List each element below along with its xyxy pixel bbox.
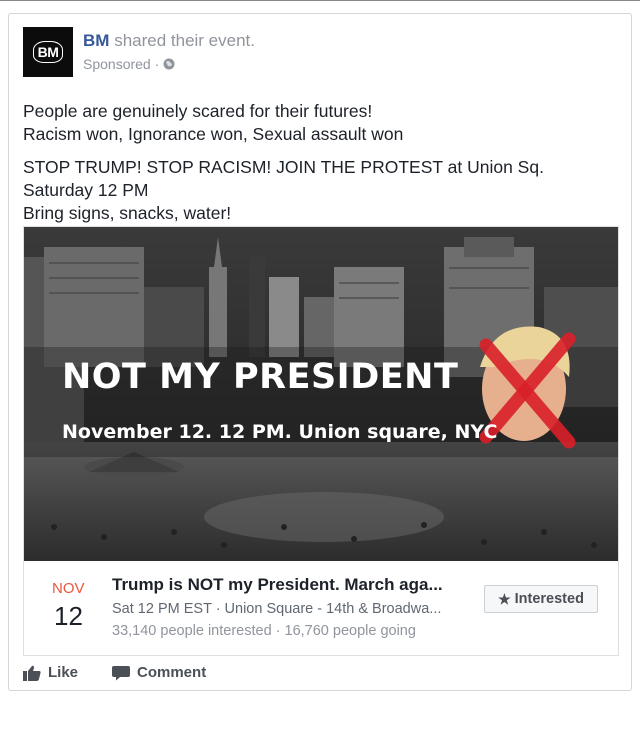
interested-label: Interested (514, 591, 584, 607)
post-text-line: Racism won, Ignorance won, Sexual assaul… (23, 124, 404, 144)
event-attachment[interactable]: NOT MY PRESIDENT November 12. 12 PM. Uni… (23, 226, 619, 656)
avatar-logo-text: BM (32, 41, 64, 63)
comment-label: Comment (137, 664, 207, 681)
thumbs-up-icon (23, 665, 41, 681)
image-subline: November 12. 12 PM. Union square, NYC (62, 421, 498, 443)
page-avatar[interactable]: BM (23, 27, 73, 77)
post-header: BM shared their event. (83, 31, 255, 51)
post-text-line: STOP TRUMP! STOP RACISM! JOIN THE PROTES… (23, 157, 544, 177)
event-title[interactable]: Trump is NOT my President. March aga... (112, 575, 443, 595)
event-day: 12 (54, 601, 83, 631)
post-text-line: People are genuinely scared for their fu… (23, 101, 373, 121)
like-button[interactable]: Like (23, 664, 78, 681)
event-meta: Sat 12 PM EST · Union Square - 14th & Br… (112, 601, 442, 617)
comment-icon (112, 665, 131, 680)
comment-button[interactable]: Comment (112, 664, 206, 681)
star-icon: ★ (498, 590, 511, 607)
event-stats: 33,140 people interested · 16,760 people… (112, 623, 416, 639)
post-body: People are genuinely scared for their fu… (23, 90, 544, 235)
post-actions: Like Comment (23, 664, 240, 681)
event-info-bar: NOV 12 Trump is NOT my President. March … (24, 561, 618, 655)
post-action-text: shared their event. (114, 31, 255, 50)
sponsored-post-card: BM BM shared their event. Sponsored · Pe… (8, 13, 632, 691)
event-month: NOV (52, 580, 85, 597)
post-text-line: Bring signs, snacks, water! (23, 203, 232, 223)
image-headline: NOT MY PRESIDENT (62, 357, 459, 397)
sponsored-label[interactable]: Sponsored · (83, 56, 159, 72)
globe-icon (163, 58, 175, 70)
interested-button[interactable]: ★ Interested (484, 585, 598, 613)
like-label: Like (48, 664, 79, 681)
post-text-line: Saturday 12 PM (23, 180, 149, 200)
sponsored-label-row: Sponsored · (83, 56, 175, 72)
event-cover-image[interactable]: NOT MY PRESIDENT November 12. 12 PM. Uni… (24, 227, 618, 561)
author-link[interactable]: BM (83, 31, 109, 50)
top-divider (0, 0, 640, 1)
